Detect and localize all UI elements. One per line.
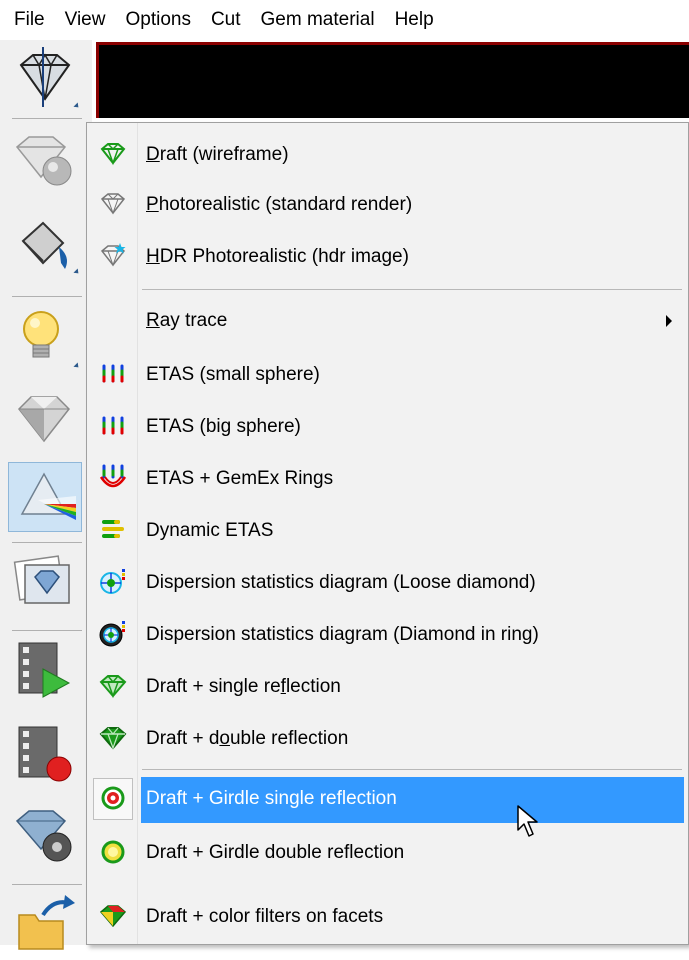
- menu-item-label: Ray trace: [146, 310, 228, 331]
- menu-item-dispersion-loose-diamond[interactable]: Dispersion statistics diagram (Loose dia…: [90, 559, 684, 607]
- menu-item-photorealistic[interactable]: Photorealistic (standard render): [90, 181, 684, 229]
- toolbar-material-button[interactable]: [8, 210, 82, 280]
- video-record-icon: [18, 726, 72, 782]
- menu-item-hdr-photorealistic[interactable]: HDR Photorealistic (hdr image): [90, 233, 684, 281]
- etas-gemex-rings-icon: [99, 464, 127, 488]
- video-play-icon: [18, 642, 71, 698]
- menu-item-label: Draft + single reflection: [146, 676, 341, 697]
- single-reflection-diamond-icon: [99, 675, 127, 699]
- menu-cut[interactable]: Cut: [201, 0, 251, 40]
- menu-item-etas-big-sphere[interactable]: ETAS (big sphere): [90, 403, 684, 451]
- diamond-render-icon: [18, 396, 70, 443]
- mouse-pointer-icon: [517, 805, 538, 837]
- toolbar-video-play-button[interactable]: [8, 636, 82, 706]
- toolbar-separator: [12, 630, 82, 631]
- toolbar-separator: [12, 118, 82, 119]
- diamond-sphere-icon: [15, 136, 72, 186]
- diamond-wireframe-icon: [19, 47, 71, 107]
- menu-help[interactable]: Help: [385, 0, 444, 40]
- toolbar-render-mode-button[interactable]: [8, 44, 82, 114]
- menu-item-ray-trace[interactable]: Ray trace: [90, 297, 684, 345]
- render-mode-popup-menu: Draft (wireframe) Photorealistic (standa…: [86, 122, 689, 945]
- dispersion-ring-icon: [99, 621, 125, 647]
- gem-photo-icon: [13, 555, 70, 604]
- toolbar-video-record-button[interactable]: [8, 720, 82, 790]
- menu-item-draft-double-reflection[interactable]: Draft + double reflection: [90, 715, 684, 763]
- menu-item-label: ETAS (small sphere): [146, 364, 320, 385]
- menu-file[interactable]: File: [0, 0, 55, 40]
- menu-item-label: Dispersion statistics diagram (Loose dia…: [146, 572, 536, 593]
- toolbar-sphere-button[interactable]: [8, 124, 82, 194]
- menu-item-etas-small-sphere[interactable]: ETAS (small sphere): [90, 351, 684, 399]
- menu-item-draft-wireframe[interactable]: Draft (wireframe): [90, 131, 684, 179]
- menu-item-label: Photorealistic (standard render): [146, 194, 413, 215]
- etas-big-sphere-icon: [102, 416, 124, 435]
- toolbar-separator: [12, 296, 82, 297]
- menu-item-label: ETAS + GemEx Rings: [146, 468, 334, 489]
- menu-separator: [142, 769, 682, 770]
- girdle-single-reflection-icon: [101, 786, 125, 810]
- menu-item-label: HDR Photorealistic (hdr image): [146, 246, 409, 267]
- color-filters-diamond-icon: [99, 905, 127, 928]
- outline-diamond-icon: [100, 193, 126, 215]
- dynamic-etas-icon: [102, 520, 124, 538]
- menu-item-etas-gemex-rings[interactable]: ETAS + GemEx Rings: [90, 455, 684, 503]
- toolbar-separator: [12, 542, 82, 543]
- menu-item-draft-girdle-double-reflection[interactable]: Draft + Girdle double reflection: [90, 829, 684, 877]
- menu-item-draft-color-filters[interactable]: Draft + color filters on facets: [90, 893, 684, 941]
- menu-item-label: Dispersion statistics diagram (Diamond i…: [146, 624, 539, 645]
- folder-export-icon: [18, 895, 75, 950]
- dispersion-loose-icon: [100, 569, 125, 594]
- menu-view[interactable]: View: [55, 0, 116, 40]
- toolbar-lighting-button[interactable]: [8, 304, 82, 374]
- paint-bucket-icon: [21, 221, 67, 269]
- menu-item-draft-girdle-single-reflection[interactable]: Draft + Girdle single reflection: [90, 775, 684, 823]
- toolbar-image-button[interactable]: [8, 548, 82, 618]
- toolbar-cut-wheel-button[interactable]: [8, 800, 82, 870]
- prism-spectrum-icon: [20, 472, 76, 520]
- menu-item-draft-single-reflection[interactable]: Draft + single reflection: [90, 663, 684, 711]
- wireframe-diamond-icon: [100, 143, 126, 166]
- toolbar-separator: [12, 884, 82, 885]
- menu-item-dispersion-diamond-in-ring[interactable]: Dispersion statistics diagram (Diamond i…: [90, 611, 684, 659]
- menu-separator: [142, 289, 682, 290]
- double-reflection-diamond-icon: [99, 727, 127, 750]
- left-toolbar: [0, 40, 92, 950]
- hdr-diamond-icon: [100, 243, 126, 267]
- menu-item-label: Draft + color filters on facets: [146, 906, 384, 927]
- girdle-double-reflection-icon: [101, 840, 125, 864]
- diamond-wheel-icon: [15, 810, 72, 862]
- light-bulb-icon: [23, 311, 59, 358]
- menu-item-dynamic-etas[interactable]: Dynamic ETAS: [90, 507, 684, 555]
- menu-bar: File View Options Cut Gem material Help: [0, 0, 689, 40]
- toolbar-dispersion-button[interactable]: [8, 462, 82, 532]
- menu-gem-material[interactable]: Gem material: [251, 0, 385, 40]
- menu-item-label: Draft + double reflection: [146, 728, 349, 749]
- menu-item-label: Draft (wireframe): [146, 144, 289, 165]
- submenu-arrow-icon: [666, 315, 672, 327]
- toolbar-render-button[interactable]: [8, 386, 82, 456]
- menu-item-label: Draft + Girdle single reflection: [146, 788, 397, 809]
- menu-item-label: ETAS (big sphere): [146, 416, 301, 437]
- menu-item-label: Draft + Girdle double reflection: [146, 842, 405, 863]
- menu-item-label: Dynamic ETAS: [146, 520, 274, 541]
- toolbar-export-button[interactable]: [8, 890, 82, 960]
- render-viewport[interactable]: [96, 42, 689, 118]
- menu-options[interactable]: Options: [115, 0, 200, 40]
- etas-small-sphere-icon: [102, 364, 124, 383]
